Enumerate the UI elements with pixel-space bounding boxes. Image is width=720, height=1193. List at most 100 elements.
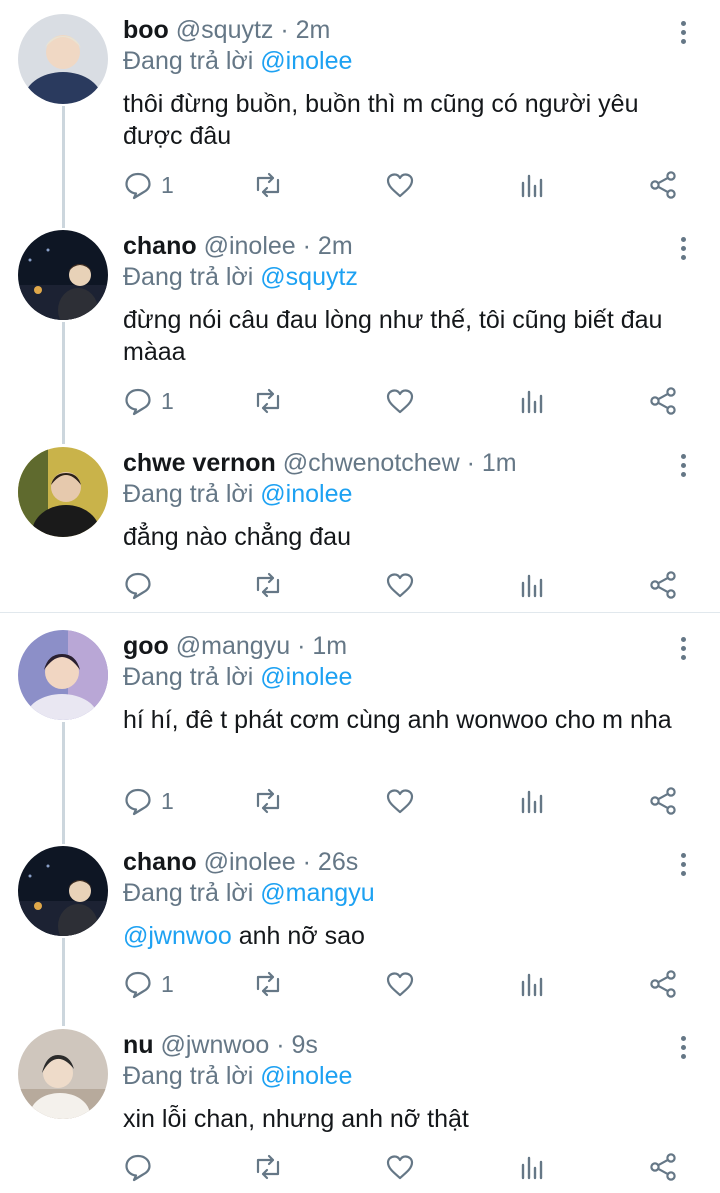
reply-prefix: Đang trả lời	[123, 47, 254, 75]
comment-bubble-icon	[125, 388, 151, 416]
timestamp[interactable]: 26s	[318, 848, 358, 876]
tweet[interactable]: chwe vernon @chwenotchew · 1m Đang trả l…	[0, 433, 720, 611]
display-name[interactable]: chano	[123, 232, 197, 260]
timestamp[interactable]: 1m	[312, 632, 347, 660]
reply-button[interactable]	[123, 568, 161, 602]
retweet-button[interactable]	[253, 384, 283, 418]
share-button[interactable]	[648, 967, 678, 1001]
avatar[interactable]	[18, 1029, 108, 1119]
comment-bubble-icon	[125, 971, 151, 999]
reply-count: 1	[161, 970, 174, 997]
display-name[interactable]: nu	[123, 1031, 154, 1059]
avatar[interactable]	[18, 447, 108, 537]
share-button[interactable]	[648, 568, 678, 602]
share-button[interactable]	[648, 168, 678, 202]
tweet[interactable]: chano @inolee · 26s Đang trả lời @mangyu…	[0, 832, 720, 1012]
display-name[interactable]: goo	[123, 632, 169, 660]
analytics-button[interactable]	[517, 168, 547, 202]
more-options-button[interactable]	[668, 18, 698, 48]
username[interactable]: @mangyu	[176, 632, 290, 660]
reply-mention[interactable]: @mangyu	[260, 879, 374, 907]
like-button[interactable]	[385, 384, 415, 418]
reply-mention[interactable]: @inolee	[260, 47, 352, 75]
reply-button[interactable]: 1	[123, 784, 174, 818]
retweet-button[interactable]	[253, 967, 283, 1001]
retweet-button[interactable]	[253, 568, 283, 602]
username[interactable]: @inolee	[204, 232, 296, 260]
dot-2	[681, 646, 686, 651]
retweet-icon	[256, 1154, 280, 1180]
retweet-button[interactable]	[253, 784, 283, 818]
username[interactable]: @chwenotchew	[283, 449, 460, 477]
heart-icon	[386, 173, 414, 198]
more-options-button[interactable]	[668, 850, 698, 880]
reply-count: 1	[161, 787, 174, 814]
reply-mention[interactable]: @inolee	[260, 480, 352, 508]
avatar[interactable]	[18, 230, 108, 320]
reply-mention[interactable]: @inolee	[260, 663, 352, 691]
analytics-button[interactable]	[517, 784, 547, 818]
retweet-icon	[256, 971, 280, 997]
tweet[interactable]: goo @mangyu · 1m Đang trả lời @inolee hí…	[0, 616, 720, 829]
timestamp[interactable]: 1m	[482, 449, 517, 477]
timestamp[interactable]: 2m	[296, 16, 331, 44]
analytics-button[interactable]	[517, 967, 547, 1001]
tweet-text-body: anh nỡ sao	[231, 922, 365, 950]
reply-mention[interactable]: @squytz	[260, 263, 358, 291]
separator-dot: ·	[297, 632, 306, 660]
reply-button[interactable]: 1	[123, 384, 174, 418]
reply-button[interactable]: 1	[123, 967, 174, 1001]
bar-chart-icon	[521, 390, 543, 414]
dot-3	[681, 871, 686, 876]
analytics-button[interactable]	[517, 384, 547, 418]
retweet-icon	[256, 388, 280, 414]
reply-count: 1	[161, 387, 174, 414]
tweet[interactable]: chano @inolee · 2m Đang trả lời @squytz …	[0, 216, 720, 429]
analytics-button[interactable]	[517, 568, 547, 602]
like-button[interactable]	[385, 1150, 415, 1184]
reply-button[interactable]	[123, 1150, 161, 1184]
like-button[interactable]	[385, 568, 415, 602]
like-button[interactable]	[385, 168, 415, 202]
username[interactable]: @inolee	[204, 848, 296, 876]
like-button[interactable]	[385, 784, 415, 818]
bar-chart-icon	[521, 574, 543, 598]
share-button[interactable]	[648, 1150, 678, 1184]
tweet-header: chano @inolee · 2m	[123, 231, 353, 261]
retweet-button[interactable]	[253, 168, 283, 202]
dot-2	[681, 30, 686, 35]
more-options-button[interactable]	[668, 1033, 698, 1063]
reply-mention[interactable]: @inolee	[260, 1062, 352, 1090]
tweet-header: chwe vernon @chwenotchew · 1m	[123, 448, 517, 478]
dot-3	[681, 255, 686, 260]
analytics-button[interactable]	[517, 1150, 547, 1184]
username[interactable]: @jwnwoo	[161, 1031, 270, 1059]
tweet[interactable]: boo @squytz · 2m Đang trả lời @inolee th…	[0, 0, 720, 213]
share-button[interactable]	[648, 784, 678, 818]
display-name[interactable]: chwe vernon	[123, 449, 276, 477]
more-options-button[interactable]	[668, 451, 698, 481]
tweet[interactable]: nu @jwnwoo · 9s Đang trả lời @inolee xin…	[0, 1015, 720, 1193]
tweet-text: thôi đừng buồn, buồn thì m cũng có người…	[123, 90, 639, 150]
username[interactable]: @squytz	[176, 16, 274, 44]
action-bar: 1	[123, 967, 683, 1001]
retweet-button[interactable]	[253, 1150, 283, 1184]
timestamp[interactable]: 2m	[318, 232, 353, 260]
avatar[interactable]	[18, 630, 108, 720]
dot-3	[681, 472, 686, 477]
more-options-button[interactable]	[668, 234, 698, 264]
like-button[interactable]	[385, 967, 415, 1001]
display-name[interactable]: chano	[123, 848, 197, 876]
vertical-dots-icon	[681, 21, 686, 26]
more-options-button[interactable]	[668, 634, 698, 664]
avatar[interactable]	[18, 14, 108, 104]
avatar[interactable]	[18, 846, 108, 936]
display-name[interactable]: boo	[123, 16, 169, 44]
reply-prefix: Đang trả lời	[123, 1062, 254, 1090]
reply-button[interactable]: 1	[123, 168, 174, 202]
text-mention[interactable]: @jwnwoo	[123, 922, 232, 950]
reply-count: 1	[161, 171, 174, 198]
timestamp[interactable]: 9s	[292, 1031, 318, 1059]
share-button[interactable]	[648, 384, 678, 418]
heart-icon	[386, 789, 414, 814]
